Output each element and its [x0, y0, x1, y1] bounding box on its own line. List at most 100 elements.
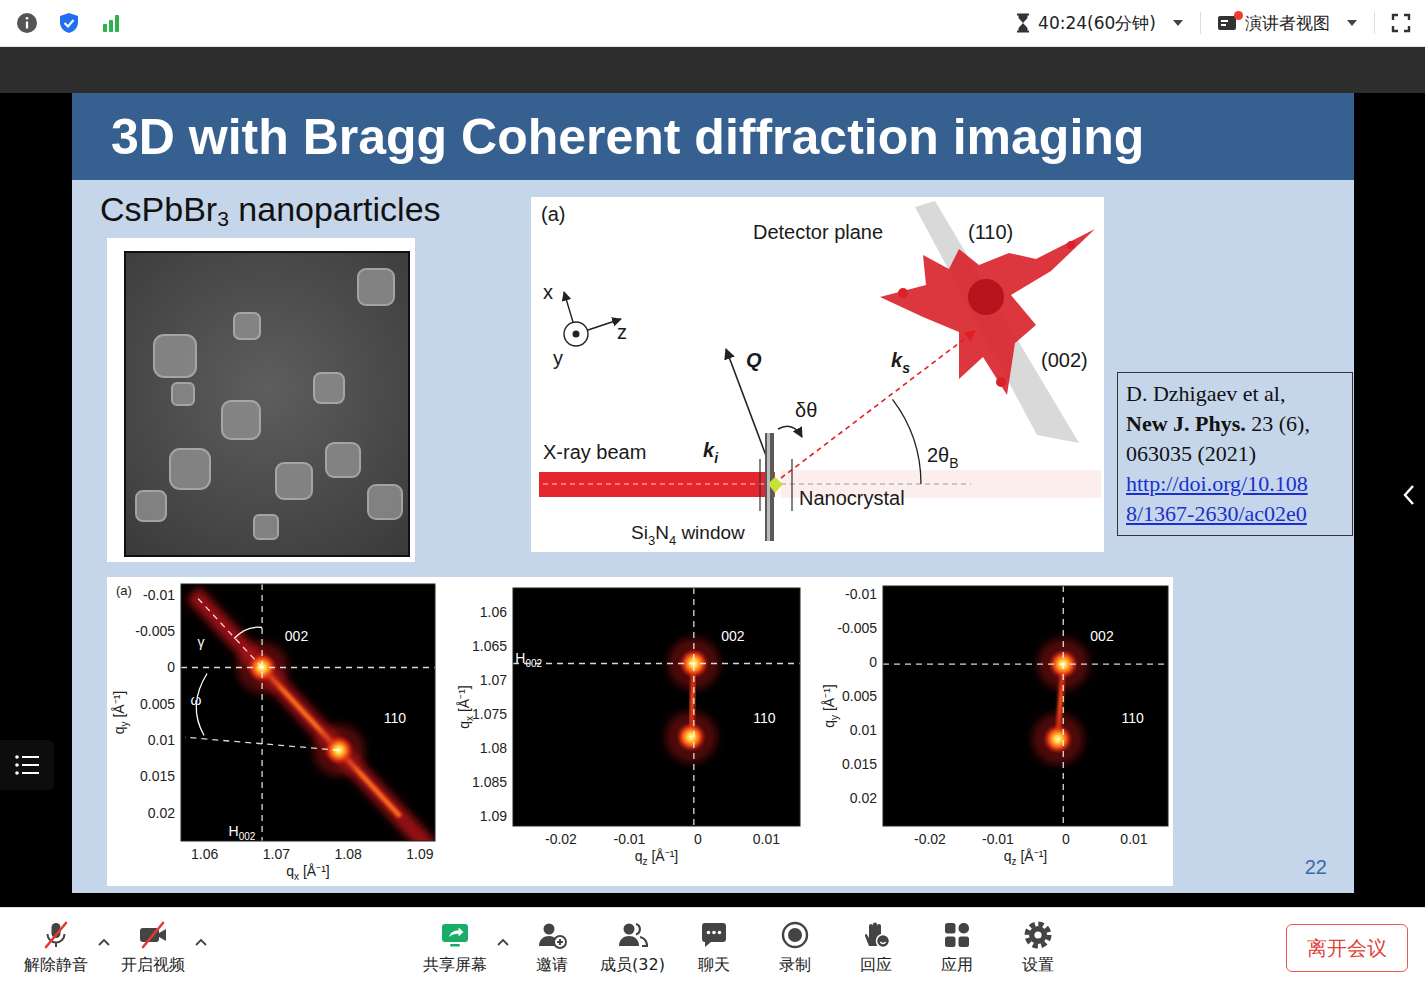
y-tick-label: 0.02 — [148, 805, 175, 821]
q-vector — [726, 349, 771, 469]
slide-area: 3D with Bragg Coherent diffraction imagi… — [0, 93, 1425, 893]
record-icon — [780, 920, 810, 950]
menu-caret-button[interactable] — [193, 932, 209, 952]
q-label: Q — [746, 349, 762, 371]
mic-icon — [41, 920, 71, 950]
y-tick-label: 1.085 — [472, 774, 507, 790]
doi-link[interactable]: http://doi.org/10.108 — [1126, 471, 1308, 496]
plot-annotation: ω — [191, 692, 202, 708]
x-axis-label: qx [Å⁻¹] — [286, 863, 329, 882]
peak-label: 002 — [1090, 629, 1114, 645]
invite-icon — [537, 920, 567, 950]
toolbar-item: 解除静音 — [15, 920, 112, 975]
x-tick-label: -0.02 — [545, 831, 577, 847]
invite-button[interactable]: 邀请 — [511, 920, 592, 975]
tool-label: 共享屏幕 — [423, 955, 487, 975]
x-tick-label: 1.08 — [335, 846, 362, 862]
tool-label: 应用 — [941, 955, 973, 975]
list-toggle-button[interactable] — [0, 740, 54, 790]
expand-panel-button[interactable] — [1399, 481, 1419, 509]
nanocrystal — [768, 477, 783, 493]
react-button[interactable]: 回应 — [835, 920, 916, 975]
toolbar-item: 聊天 — [673, 920, 754, 975]
mic-button[interactable]: 解除静音 — [15, 920, 96, 975]
meeting-timer[interactable]: 40:24(60分钟) — [1014, 12, 1184, 35]
view-menu[interactable]: 演讲者视图 — [1217, 12, 1358, 35]
members-button[interactable]: 成员(32) — [592, 920, 673, 975]
security-shield-icon[interactable] — [58, 12, 80, 34]
y-tick-label: -0.005 — [837, 620, 877, 636]
reference-line: D. Dzhigaev et al, — [1126, 379, 1344, 409]
y-tick-label: 0.01 — [850, 722, 877, 738]
diffraction-plots: (a)002110γωH002-0.01-0.00500.0050.010.01… — [107, 577, 1173, 886]
record-button[interactable]: 录制 — [754, 920, 835, 975]
plot-panel-label: (a) — [116, 583, 132, 598]
beam-label: X-ray beam — [543, 441, 646, 463]
peak-label: 110 — [753, 710, 776, 726]
toolbar-item: 录制 — [754, 920, 835, 975]
camera-icon — [138, 920, 168, 950]
share-icon — [440, 920, 470, 950]
diffraction-plot: (a)002110γωH002-0.01-0.00500.0050.010.01… — [110, 579, 440, 884]
x-tick-label: -0.02 — [914, 831, 946, 847]
y-tick-label: 0.01 — [148, 732, 175, 748]
top-bar: 40:24(60分钟) 演讲者视图 — [0, 0, 1425, 47]
y-tick-label: 0 — [167, 660, 175, 676]
x-tick-label: 0.01 — [1120, 831, 1147, 847]
meeting-controls: 共享屏幕 邀请 成员(32) 聊天 录制 回应 应用 设置 — [414, 920, 1078, 975]
chat-icon — [699, 920, 729, 950]
toolbar-item: 回应 — [835, 920, 916, 975]
notification-dot — [1234, 11, 1243, 20]
slide-subtitle: CsPbBr3 nanoparticles — [100, 190, 520, 238]
settings-button[interactable]: 设置 — [997, 920, 1078, 975]
window-label: Si3N4 window — [631, 522, 745, 548]
toolbar-item: 共享屏幕 — [414, 920, 511, 975]
menu-caret-button[interactable] — [495, 932, 511, 952]
members-icon — [618, 920, 648, 950]
page-number: 22 — [1305, 856, 1327, 879]
y-tick-label: -0.01 — [143, 587, 175, 603]
sample-column: CsPbBr3 nanoparticles — [100, 190, 520, 562]
caret-up-icon — [195, 938, 207, 946]
slide-title: 3D with Bragg Coherent diffraction imagi… — [111, 107, 1144, 167]
toolbar-item: 邀请 — [511, 920, 592, 975]
leave-meeting-button[interactable]: 离开会议 — [1286, 924, 1408, 972]
heatmap — [181, 584, 435, 841]
caret-down-icon — [1172, 19, 1184, 27]
stage-band — [0, 47, 1425, 93]
signal-bars-icon[interactable] — [100, 12, 122, 34]
status-icons — [0, 12, 122, 34]
divider — [1200, 12, 1201, 34]
y-tick-label: 1.09 — [480, 808, 507, 824]
x-tick-label: -0.01 — [613, 831, 645, 847]
caret-up-icon — [98, 938, 110, 946]
camera-button[interactable]: 开启视频 — [112, 920, 193, 975]
y-tick-label: 0.005 — [842, 688, 877, 704]
media-controls: 解除静音 开启视频 — [0, 920, 209, 975]
diffraction-pattern — [880, 229, 1095, 395]
tool-label: 设置 — [1022, 955, 1054, 975]
info-icon[interactable] — [16, 12, 38, 34]
presenter-view — [1217, 13, 1239, 33]
axis-label: z — [617, 321, 627, 343]
menu-caret-button[interactable] — [96, 932, 112, 952]
scattered-beam — [781, 331, 975, 478]
share-button[interactable]: 共享屏幕 — [414, 920, 495, 975]
plot-annotation: H002 — [515, 650, 542, 669]
diffraction-plot: 002110-0.01-0.00500.0050.010.0150.02-0.0… — [820, 579, 1170, 884]
nanocrystal-label: Nanocrystal — [799, 487, 905, 509]
tool-label: 聊天 — [698, 955, 730, 975]
chat-button[interactable]: 聊天 — [673, 920, 754, 975]
peak-label: 002 — [721, 628, 745, 644]
y-tick-label: 0.015 — [842, 756, 877, 772]
coordinate-axes: xyz — [543, 281, 627, 369]
y-tick-label: 0 — [869, 654, 877, 670]
settings-icon — [1023, 920, 1053, 950]
slide-top-row: CsPbBr3 nanoparticles (a)Detector plane(… — [72, 180, 1354, 562]
doi-link[interactable]: 8/1367-2630/ac02e0 — [1126, 501, 1307, 526]
bragg-angle-arc — [893, 399, 922, 484]
fullscreen-icon[interactable] — [1391, 13, 1411, 33]
ki-label: ki — [703, 439, 719, 466]
shared-screen: 3D with Bragg Coherent diffraction imagi… — [0, 47, 1425, 907]
apps-button[interactable]: 应用 — [916, 920, 997, 975]
